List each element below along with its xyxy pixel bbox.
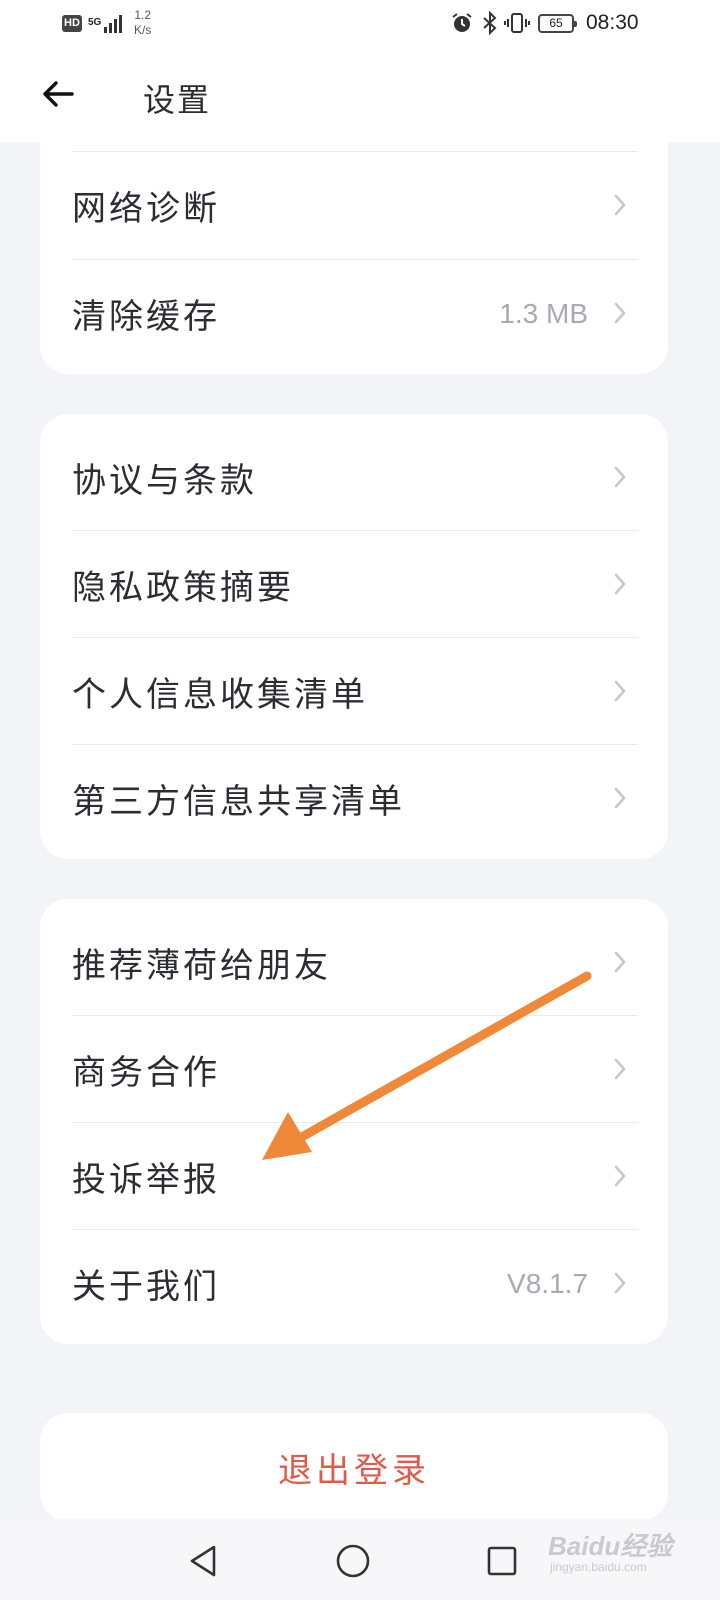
logout-label: 退出登录 [278, 1450, 430, 1491]
nav-home-button[interactable] [331, 1539, 375, 1583]
chevron-right-icon [614, 787, 626, 809]
page-title: 设置 [143, 81, 212, 119]
home-circle-icon [336, 1544, 370, 1578]
settings-item-label: 清除缓存 [72, 297, 220, 337]
settings-item-label: 第三方信息共享清单 [72, 782, 405, 822]
chevron-right-icon [614, 1272, 626, 1294]
settings-item-about-us[interactable]: 关于我们 V8.1.7 [72, 1230, 638, 1337]
arrow-left-icon [43, 81, 74, 107]
vibrate-icon [504, 13, 530, 33]
settings-item-label: 个人信息收集清单 [72, 675, 368, 715]
settings-item-clear-cache[interactable]: 清除缓存 1.3 MB [72, 260, 638, 367]
recents-square-icon [487, 1546, 517, 1576]
hd-badge: HD [62, 14, 82, 32]
status-bar: HD 5G 1.2 K/s 65 08:30 [0, 0, 720, 50]
network-type: 5G [88, 17, 102, 28]
chevron-right-icon [614, 951, 626, 973]
settings-item-label: 网络诊断 [72, 189, 220, 229]
network-speed: 1.2 K/s [134, 8, 151, 38]
watermark-main: Baidu经验 [548, 1531, 673, 1561]
settings-item-recommend[interactable]: 推荐薄荷给朋友 [72, 909, 638, 1016]
status-left: HD 5G 1.2 K/s [62, 8, 151, 38]
watermark: Baidu经验 jingyan.baidu.com [548, 1520, 678, 1580]
signal-icon [104, 13, 124, 33]
settings-item-business[interactable]: 商务合作 [72, 1016, 638, 1123]
card-about: 推荐薄荷给朋友 商务合作 投诉举报 关于我们 V8.1.7 [40, 899, 668, 1344]
settings-item-third-party-sharing[interactable]: 第三方信息共享清单 [72, 745, 638, 852]
status-right: 65 [450, 11, 577, 35]
nav-back-button[interactable] [181, 1539, 225, 1583]
card-network: 网络诊断 清除缓存 1.3 MB [40, 120, 668, 374]
alarm-icon [452, 13, 472, 32]
chevron-right-icon [614, 466, 626, 488]
back-triangle-icon [190, 1545, 216, 1577]
settings-item-label: 关于我们 [72, 1267, 220, 1307]
card-legal: 协议与条款 隐私政策摘要 个人信息收集清单 第三方信息共享清单 [40, 414, 668, 859]
settings-item-terms[interactable]: 协议与条款 [72, 424, 638, 531]
chevron-right-icon [614, 1058, 626, 1080]
settings-item-privacy-summary[interactable]: 隐私政策摘要 [72, 531, 638, 638]
settings-item-label: 投诉举报 [72, 1160, 220, 1200]
logout-button[interactable]: 退出登录 [40, 1413, 668, 1521]
settings-item-value: 1.3 MB [499, 297, 588, 329]
settings-item-label: 隐私政策摘要 [72, 568, 294, 608]
speed-value: 1.2 [134, 8, 152, 22]
settings-item-complaint[interactable]: 投诉举报 [72, 1123, 638, 1230]
chevron-right-icon [614, 194, 626, 216]
settings-item-label: 协议与条款 [72, 461, 257, 501]
battery-icon: 65 [538, 13, 577, 33]
nav-recents-button[interactable] [480, 1539, 524, 1583]
chevron-right-icon [614, 573, 626, 595]
version-label: V8.1.7 [507, 1267, 588, 1299]
clock: 08:30 [586, 11, 639, 34]
speed-unit: K/s [134, 23, 152, 37]
chevron-right-icon [614, 680, 626, 702]
settings-item-label: 推荐薄荷给朋友 [72, 946, 331, 986]
settings-item-personal-info-list[interactable]: 个人信息收集清单 [72, 638, 638, 745]
watermark-sub: jingyan.baidu.com [550, 1560, 647, 1574]
settings-item-network-diagnosis[interactable]: 网络诊断 [72, 152, 638, 259]
chevron-right-icon [614, 302, 626, 324]
chevron-right-icon [614, 1165, 626, 1187]
back-button[interactable] [38, 72, 78, 116]
bluetooth-icon [483, 11, 497, 35]
settings-item-label: 商务合作 [72, 1053, 220, 1093]
